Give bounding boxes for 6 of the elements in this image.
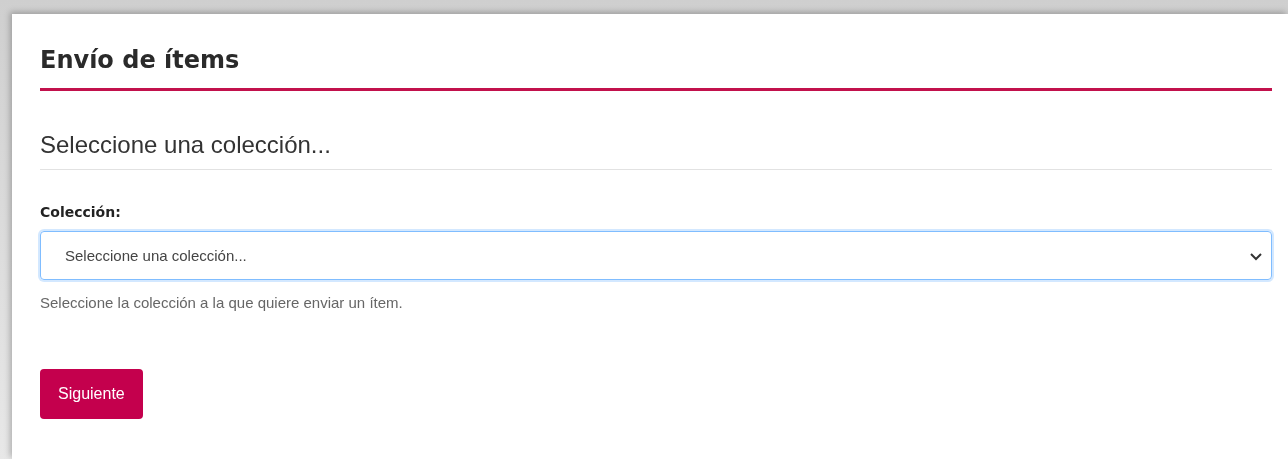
field-label: Colección: [40, 204, 121, 220]
help-text: Seleccione la colección a la que quiere enviar un ítem. [40, 294, 404, 311]
collection-select[interactable]: Seleccione una colección... [40, 231, 1272, 280]
page-title: Envío de ítems [40, 44, 1272, 91]
section-title: Seleccione una colección... [40, 129, 1272, 170]
next-button[interactable]: Siguiente [40, 369, 143, 419]
